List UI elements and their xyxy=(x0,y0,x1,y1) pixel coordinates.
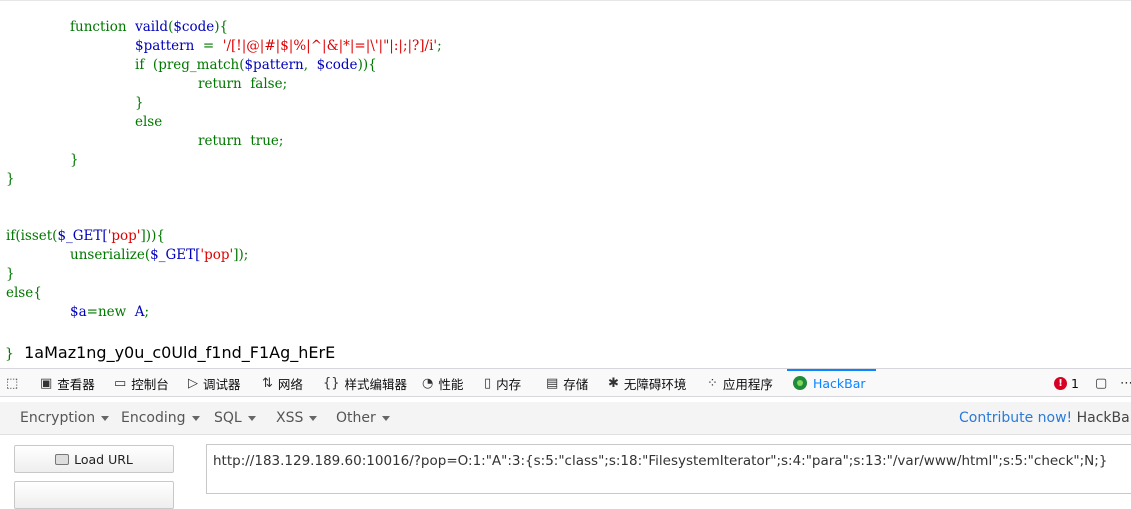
error-icon: ! xyxy=(1054,376,1067,390)
code-line-brace: } xyxy=(135,95,144,111)
memory-icon: ▯ xyxy=(484,375,492,391)
tab-style-editor[interactable]: {} 样式编辑器 xyxy=(323,369,407,397)
element-picker-button[interactable]: ⬚ xyxy=(6,369,23,397)
tab-debugger[interactable]: ▷ 调试器 xyxy=(188,369,241,397)
debugger-icon: ▷ xyxy=(188,375,198,391)
code-line-else: else{ xyxy=(6,285,42,301)
code-line-return-false: return false; xyxy=(198,76,288,92)
tab-storage[interactable]: ▤ 存储 xyxy=(546,369,588,397)
tab-performance[interactable]: ◔ 性能 xyxy=(422,369,463,397)
application-icon: ⁘ xyxy=(707,375,718,391)
flag-output: } 1aMaz1ng_y0u_c0Uld_f1nd_F1Ag_hErE xyxy=(5,343,336,362)
devtools-toolbar: ⬚ ▣ 查看器 ▭ 控制台 ▷ 调试器 ⇅ 网络 {} 样式编辑器 ◔ 性能 ▯ 内存 ▤ 存储… xyxy=(0,368,1131,397)
tab-accessibility[interactable]: ✱ 无障碍环境 xyxy=(608,369,686,397)
code-line-isset: if(isset($_GET['pop'])){ xyxy=(6,228,165,244)
code-keyword: function xyxy=(70,19,127,35)
code-line-else: else xyxy=(135,114,163,130)
chevron-down-icon xyxy=(247,415,256,421)
chevron-down-icon xyxy=(381,415,390,421)
code-line-function: function vaild($code){ xyxy=(70,19,229,35)
regex-string: '/[!|@|#|$|%|^|&|*|=|\'|"|:|;|?]/i' xyxy=(222,38,438,54)
code-line-brace: } xyxy=(6,171,15,187)
flag-text: 1aMaz1ng_y0u_c0Uld_f1nd_F1Ag_hErE xyxy=(24,343,336,362)
dock-side-button[interactable]: ▢ xyxy=(1095,369,1112,397)
tab-inspector[interactable]: ▣ 查看器 xyxy=(40,369,95,397)
php-source-view: function vaild($code){ $pattern = '/[!|@… xyxy=(0,0,1131,369)
menu-encryption[interactable]: Encryption xyxy=(20,402,110,434)
tab-console[interactable]: ▭ 控制台 xyxy=(114,369,169,397)
dock-icon: ▢ xyxy=(1095,375,1108,391)
code-param: $code xyxy=(173,19,215,35)
menu-encoding[interactable]: Encoding xyxy=(121,402,200,434)
accessibility-icon: ✱ xyxy=(608,375,619,391)
menu-xss[interactable]: XSS xyxy=(276,402,318,434)
hackbar-brand: HackBar v2 xyxy=(1076,410,1131,426)
error-count-badge[interactable]: ! 1 xyxy=(1054,369,1079,397)
chevron-down-icon xyxy=(309,415,318,421)
chevron-down-icon xyxy=(101,415,110,421)
tab-hackbar[interactable]: HackBar xyxy=(787,369,876,397)
tab-network[interactable]: ⇅ 网络 xyxy=(262,369,303,397)
more-options-button[interactable]: ⋯ xyxy=(1120,369,1131,397)
network-icon: ⇅ xyxy=(262,375,273,391)
code-line-brace: } xyxy=(6,266,15,282)
menu-other[interactable]: Other xyxy=(336,402,390,434)
tab-memory[interactable]: ▯ 内存 xyxy=(484,369,521,397)
hackbar-panel: Encryption Encoding SQL XSS Other Contri… xyxy=(0,397,1131,509)
code-line-pattern: $pattern = '/[!|@|#|$|%|^|&|*|=|\'|"|:|;… xyxy=(135,38,442,54)
overflow-icon: ⋯ xyxy=(1120,375,1131,391)
code-line-return-true: return true; xyxy=(198,133,284,149)
hackbar-icon xyxy=(793,376,807,390)
performance-icon: ◔ xyxy=(422,375,434,391)
contribute-link[interactable]: Contribute now! xyxy=(959,410,1072,426)
code-function-name: vaild xyxy=(135,19,169,35)
load-url-button[interactable]: Load URL xyxy=(14,445,174,473)
load-url-icon xyxy=(55,453,70,465)
url-value: http://183.129.189.60:10016/?pop=O:1:"A"… xyxy=(213,453,1108,469)
code-line-if: if (preg_match($pattern, $code)){ xyxy=(135,57,377,73)
code-line-new: $a=new A; xyxy=(70,304,150,320)
storage-icon: ▤ xyxy=(546,375,559,391)
chevron-down-icon xyxy=(191,415,200,421)
url-textarea[interactable]: http://183.129.189.60:10016/?pop=O:1:"A"… xyxy=(206,444,1131,494)
menu-sql[interactable]: SQL xyxy=(214,402,256,434)
style-editor-icon: {} xyxy=(323,375,340,391)
pick-element-icon: ⬚ xyxy=(6,375,19,391)
tab-application[interactable]: ⁘ 应用程序 xyxy=(707,369,773,397)
code-line-unserialize: unserialize($_GET['pop']); xyxy=(70,247,249,263)
split-url-button[interactable] xyxy=(14,481,174,509)
console-icon: ▭ xyxy=(114,375,127,391)
contribute-area: Contribute now! HackBar v2 xyxy=(959,402,1131,434)
code-line-brace: } xyxy=(70,152,79,168)
inspector-icon: ▣ xyxy=(40,375,53,391)
hackbar-menu-bar: Encryption Encoding SQL XSS Other Contri… xyxy=(0,402,1131,435)
